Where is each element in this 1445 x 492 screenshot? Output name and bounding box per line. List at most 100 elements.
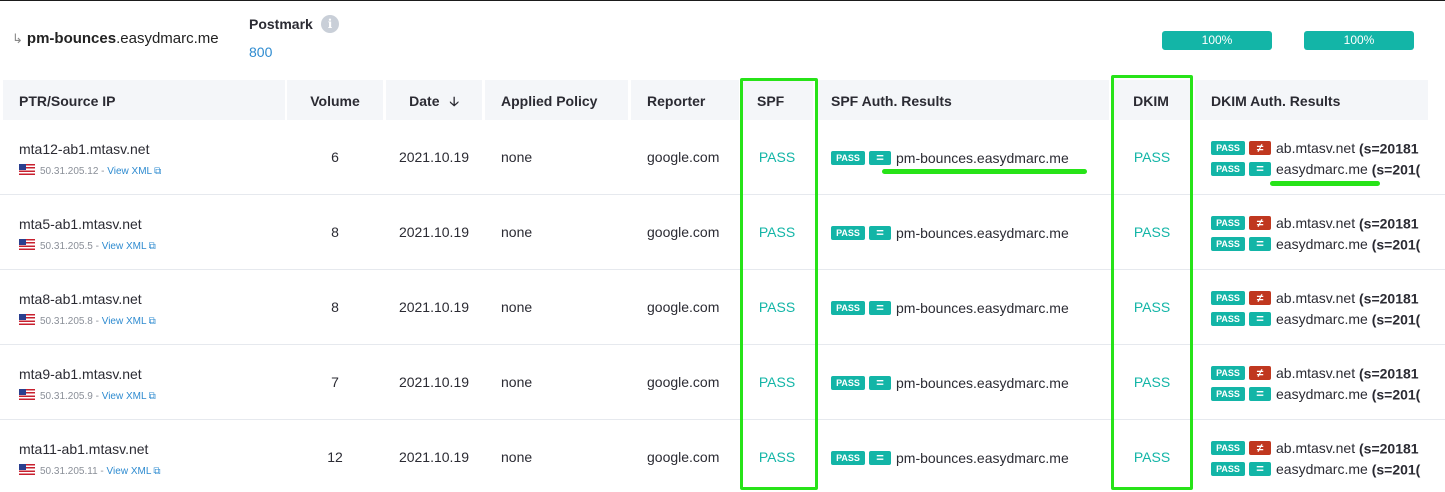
dkim-pass-rate-badge: 100%: [1304, 31, 1414, 50]
dkim-domain: easydmarc.me: [1276, 161, 1368, 178]
table-row[interactable]: mta9-ab1.mtasv.net 50.31.205.9 - View XM…: [0, 345, 1445, 420]
reporter-cell: google.com: [647, 299, 720, 315]
not-equal-icon: ≠: [1249, 291, 1271, 306]
ptr-sub: 50.31.205.8 - View XML ⧉: [19, 314, 156, 327]
equal-icon: =: [869, 451, 891, 466]
postmark-value[interactable]: 800: [249, 44, 272, 60]
separator: -: [92, 241, 102, 252]
dkim-auth-line: PASS ≠ ab.mtasv.net (s=20181: [1211, 439, 1419, 456]
domain-rest: .easydmarc.me: [116, 30, 219, 47]
source-ip: 50.31.205.9: [40, 391, 93, 402]
ptr-sub: 50.31.205.9 - View XML ⧉: [19, 389, 156, 402]
th-date-label: Date: [409, 93, 440, 109]
info-icon[interactable]: i: [321, 15, 339, 33]
table-row[interactable]: mta12-ab1.mtasv.net 50.31.205.12 - View …: [0, 120, 1445, 195]
summary-row: ↳ pm-bounces.easydmarc.me Postmark i 800 …: [0, 0, 1445, 78]
dkim-selector: (s=201(: [1371, 461, 1421, 478]
spf-domain-underline: [882, 169, 1087, 174]
ptr-hostname: mta9-ab1.mtasv.net: [19, 366, 142, 382]
pass-badge: PASS: [1211, 387, 1245, 402]
equal-icon: =: [1249, 387, 1271, 402]
dkim-selector: (s=20181: [1359, 440, 1419, 457]
dkim-domain: ab.mtasv.net: [1276, 140, 1356, 157]
view-xml-link[interactable]: View XML: [102, 316, 147, 327]
equal-icon: =: [1249, 462, 1271, 477]
th-date[interactable]: Date 🡣: [386, 80, 482, 120]
pass-badge: PASS: [1211, 462, 1245, 477]
domain-label[interactable]: ↳ pm-bounces.easydmarc.me: [12, 30, 219, 47]
th-reporter[interactable]: Reporter: [631, 80, 739, 120]
date-cell: 2021.10.19: [398, 224, 470, 240]
reporter-cell: google.com: [647, 224, 720, 240]
external-link-icon[interactable]: ⧉: [149, 316, 156, 327]
reporter-cell: google.com: [647, 449, 720, 465]
pass-badge: PASS: [1211, 216, 1245, 231]
dkim-domain: ab.mtasv.net: [1276, 290, 1356, 307]
external-link-icon[interactable]: ⧉: [149, 241, 156, 252]
spf-auth-result: PASS = pm-bounces.easydmarc.me: [831, 449, 1069, 466]
view-xml-link[interactable]: View XML: [102, 241, 147, 252]
dkim-selector: (s=20181: [1359, 140, 1419, 157]
th-policy[interactable]: Applied Policy: [485, 80, 628, 120]
ptr-cell: mta8-ab1.mtasv.net 50.31.205.8 - View XM…: [0, 270, 285, 345]
th-volume[interactable]: Volume: [287, 80, 383, 120]
separator: -: [98, 166, 108, 177]
dkim-auth-line: PASS = easydmarc.me (s=201(: [1211, 385, 1420, 402]
view-xml-link[interactable]: View XML: [102, 391, 147, 402]
ptr-sub: 50.31.205.12 - View XML ⧉: [19, 164, 161, 177]
dkim-auth-line: PASS ≠ ab.mtasv.net (s=20181: [1211, 139, 1419, 156]
spf-domain: pm-bounces.easydmarc.me: [896, 450, 1069, 467]
not-equal-icon: ≠: [1249, 141, 1271, 156]
pass-badge: PASS: [1211, 291, 1245, 306]
ptr-hostname: mta12-ab1.mtasv.net: [19, 141, 150, 157]
table-row[interactable]: mta5-ab1.mtasv.net 50.31.205.5 - View XM…: [0, 195, 1445, 270]
spf-domain: pm-bounces.easydmarc.me: [896, 225, 1069, 242]
us-flag-icon: [19, 239, 35, 250]
arrow-down-icon[interactable]: 🡣: [450, 94, 459, 109]
source-ip: 50.31.205.5: [40, 241, 93, 252]
equal-icon: =: [869, 301, 891, 316]
source-ip: 50.31.205.11: [40, 466, 98, 477]
volume-cell: 7: [331, 374, 339, 390]
volume-cell: 12: [327, 449, 343, 465]
th-spf-auth[interactable]: SPF Auth. Results: [815, 80, 1109, 120]
dkim-selector: (s=20181: [1359, 290, 1419, 307]
pass-badge: PASS: [831, 226, 865, 241]
reporter-cell: google.com: [647, 374, 720, 390]
pass-badge: PASS: [831, 376, 865, 391]
spf-domain: pm-bounces.easydmarc.me: [896, 150, 1069, 167]
dkim-auth-line: PASS = easydmarc.me (s=201(: [1211, 310, 1420, 327]
equal-icon: =: [1249, 312, 1271, 327]
policy-cell: none: [501, 149, 533, 165]
equal-icon: =: [869, 226, 891, 241]
separator: -: [92, 391, 102, 402]
volume-cell: 8: [331, 299, 339, 315]
us-flag-icon: [19, 164, 35, 175]
spf-domain: pm-bounces.easydmarc.me: [896, 375, 1069, 392]
pass-badge: PASS: [1211, 366, 1245, 381]
view-xml-link[interactable]: View XML: [107, 166, 152, 177]
ptr-cell: mta12-ab1.mtasv.net 50.31.205.12 - View …: [0, 120, 285, 195]
ptr-cell: mta11-ab1.mtasv.net 50.31.205.11 - View …: [0, 420, 285, 492]
not-equal-icon: ≠: [1249, 366, 1271, 381]
spf-domain: pm-bounces.easydmarc.me: [896, 300, 1069, 317]
source-ip: 50.31.205.8: [40, 316, 93, 327]
table-row[interactable]: mta8-ab1.mtasv.net 50.31.205.8 - View XM…: [0, 270, 1445, 345]
source-ip: 50.31.205.12: [40, 166, 99, 177]
pass-badge: PASS: [831, 301, 865, 316]
pass-badge: PASS: [831, 151, 865, 166]
domain-bold: pm-bounces: [26, 30, 117, 47]
table-row[interactable]: mta11-ab1.mtasv.net 50.31.205.11 - View …: [0, 420, 1445, 492]
dkim-selector: (s=20181: [1359, 365, 1419, 382]
external-link-icon[interactable]: ⧉: [153, 466, 160, 477]
dkim-selector: (s=201(: [1371, 236, 1421, 253]
dkim-selector: (s=201(: [1371, 311, 1421, 328]
external-link-icon[interactable]: ⧉: [149, 391, 156, 402]
th-ptr[interactable]: PTR/Source IP: [3, 80, 285, 120]
policy-cell: none: [501, 374, 533, 390]
th-dkim-auth[interactable]: DKIM Auth. Results: [1195, 80, 1428, 120]
not-equal-icon: ≠: [1249, 441, 1271, 456]
external-link-icon[interactable]: ⧉: [154, 166, 161, 177]
ptr-cell: mta9-ab1.mtasv.net 50.31.205.9 - View XM…: [0, 345, 285, 420]
view-xml-link[interactable]: View XML: [107, 466, 152, 477]
